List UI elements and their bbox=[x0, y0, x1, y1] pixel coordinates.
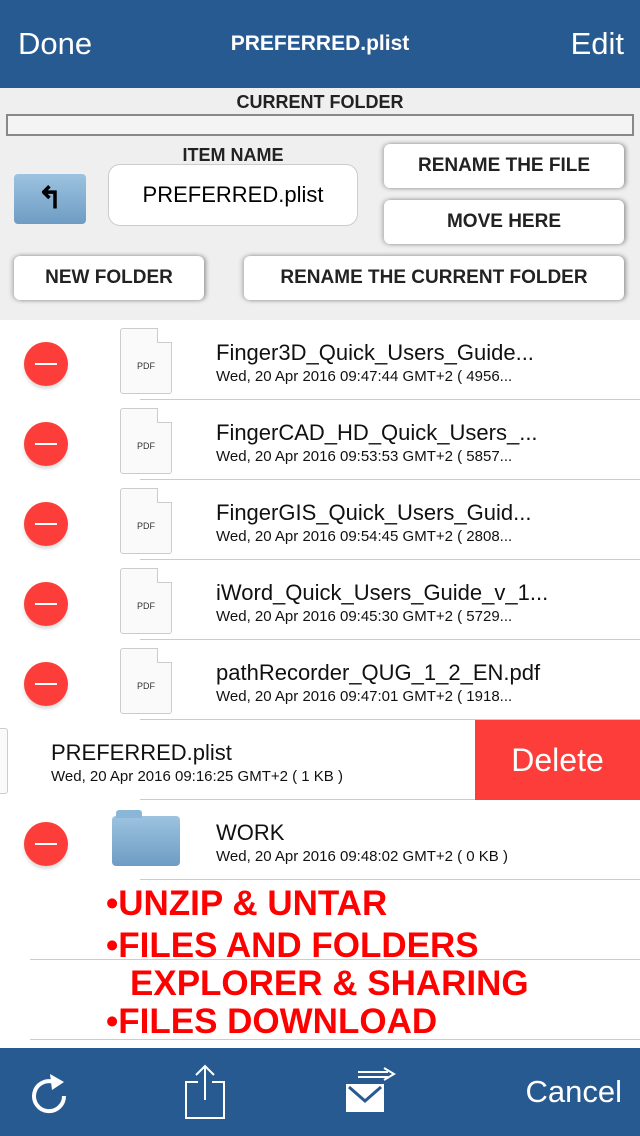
pdf-file-icon: PDF bbox=[120, 568, 172, 634]
delete-button[interactable]: Delete bbox=[475, 720, 640, 800]
parent-folder-icon[interactable]: ↰ bbox=[14, 174, 86, 224]
file-meta: Wed, 20 Apr 2016 09:16:25 GMT+2 ( 1 KB ) bbox=[51, 768, 343, 785]
delete-minus-icon[interactable] bbox=[24, 342, 68, 386]
pdf-file-icon: PDF bbox=[120, 488, 172, 554]
folder-icon bbox=[112, 810, 180, 866]
refresh-icon[interactable] bbox=[28, 1070, 74, 1120]
bottom-toolbar: Cancel bbox=[0, 1048, 640, 1136]
delete-minus-icon[interactable] bbox=[24, 662, 68, 706]
item-name-label: ITEM NAME bbox=[182, 145, 284, 165]
item-name-input[interactable]: PREFERRED.plist bbox=[108, 164, 358, 226]
folder-row[interactable]: WORK Wed, 20 Apr 2016 09:48:02 GMT+2 ( 0… bbox=[0, 800, 640, 880]
promo-line: •FILES AND FOLDERS bbox=[106, 926, 479, 965]
email-send-icon[interactable] bbox=[344, 1066, 398, 1114]
cancel-button[interactable]: Cancel bbox=[526, 1074, 623, 1110]
file-name: pathRecorder_QUG_1_2_EN.pdf bbox=[216, 660, 541, 685]
file-icon bbox=[0, 728, 8, 794]
file-name: FingerCAD_HD_Quick_Users_... bbox=[216, 420, 538, 445]
edit-button[interactable]: Edit bbox=[571, 26, 624, 62]
file-meta: Wed, 20 Apr 2016 09:47:01 GMT+2 ( 1918..… bbox=[216, 688, 513, 705]
file-meta: Wed, 20 Apr 2016 09:45:30 GMT+2 ( 5729..… bbox=[216, 608, 513, 625]
current-folder-field bbox=[6, 114, 634, 136]
navigation-bar: Done PREFERRED.plist Edit bbox=[0, 0, 640, 88]
delete-minus-icon[interactable] bbox=[24, 822, 68, 866]
file-meta: Wed, 20 Apr 2016 09:54:45 GMT+2 ( 2808..… bbox=[216, 528, 513, 545]
file-row[interactable]: PDF Finger3D_Quick_Users_Guide... Wed, 20 … bbox=[0, 320, 640, 400]
file-name: iWord_Quick_Users_Guide_v_1... bbox=[216, 580, 549, 605]
file-name: Finger3D_Quick_Users_Guide... bbox=[216, 340, 534, 365]
file-name: PREFERRED.plist bbox=[51, 740, 232, 765]
swiped-file-row[interactable]: PREFERRED.plist Wed, 20 Apr 2016 09:16:2… bbox=[0, 720, 640, 800]
page-title: PREFERRED.plist bbox=[230, 32, 410, 55]
promo-line: •UNZIP & UNTAR bbox=[106, 884, 388, 923]
rename-file-button[interactable]: RENAME THE FILE bbox=[384, 144, 624, 188]
folder-meta: Wed, 20 Apr 2016 09:48:02 GMT+2 ( 0 KB ) bbox=[216, 848, 508, 865]
file-meta: Wed, 20 Apr 2016 09:53:53 GMT+2 ( 5857..… bbox=[216, 448, 513, 465]
rename-current-folder-button[interactable]: RENAME THE CURRENT FOLDER bbox=[244, 256, 624, 300]
pdf-file-icon: PDF bbox=[120, 648, 172, 714]
delete-minus-icon[interactable] bbox=[24, 582, 68, 626]
file-row[interactable]: PDF FingerCAD_HD_Quick_Users_... Wed, 20 A… bbox=[0, 400, 640, 480]
file-row[interactable]: PDF pathRecorder_QUG_1_2_EN.pdf Wed, 20 Ap… bbox=[0, 640, 640, 720]
file-meta: Wed, 20 Apr 2016 09:47:44 GMT+2 ( 4956..… bbox=[216, 368, 513, 385]
promo-line: •FILES DOWNLOAD bbox=[106, 1002, 438, 1041]
share-icon[interactable] bbox=[184, 1064, 226, 1120]
current-folder-label: CURRENT FOLDER bbox=[236, 92, 404, 112]
pdf-file-icon: PDF bbox=[120, 328, 172, 394]
file-row[interactable]: PDF FingerGIS_Quick_Users_Guid... Wed, 20 … bbox=[0, 480, 640, 560]
new-folder-button[interactable]: NEW FOLDER bbox=[14, 256, 204, 300]
file-name: FingerGIS_Quick_Users_Guid... bbox=[216, 500, 532, 525]
delete-minus-icon[interactable] bbox=[24, 422, 68, 466]
file-row[interactable]: PDF iWord_Quick_Users_Guide_v_1... Wed, 20… bbox=[0, 560, 640, 640]
file-actions-panel: CURRENT FOLDER ITEM NAME ↰ PREFERRED.pli… bbox=[0, 88, 640, 320]
delete-minus-icon[interactable] bbox=[24, 502, 68, 546]
folder-name: WORK bbox=[216, 820, 285, 845]
pdf-file-icon: PDF bbox=[120, 408, 172, 474]
promo-line: EXPLORER & SHARING bbox=[130, 964, 529, 1003]
move-here-button[interactable]: MOVE HERE bbox=[384, 200, 624, 244]
